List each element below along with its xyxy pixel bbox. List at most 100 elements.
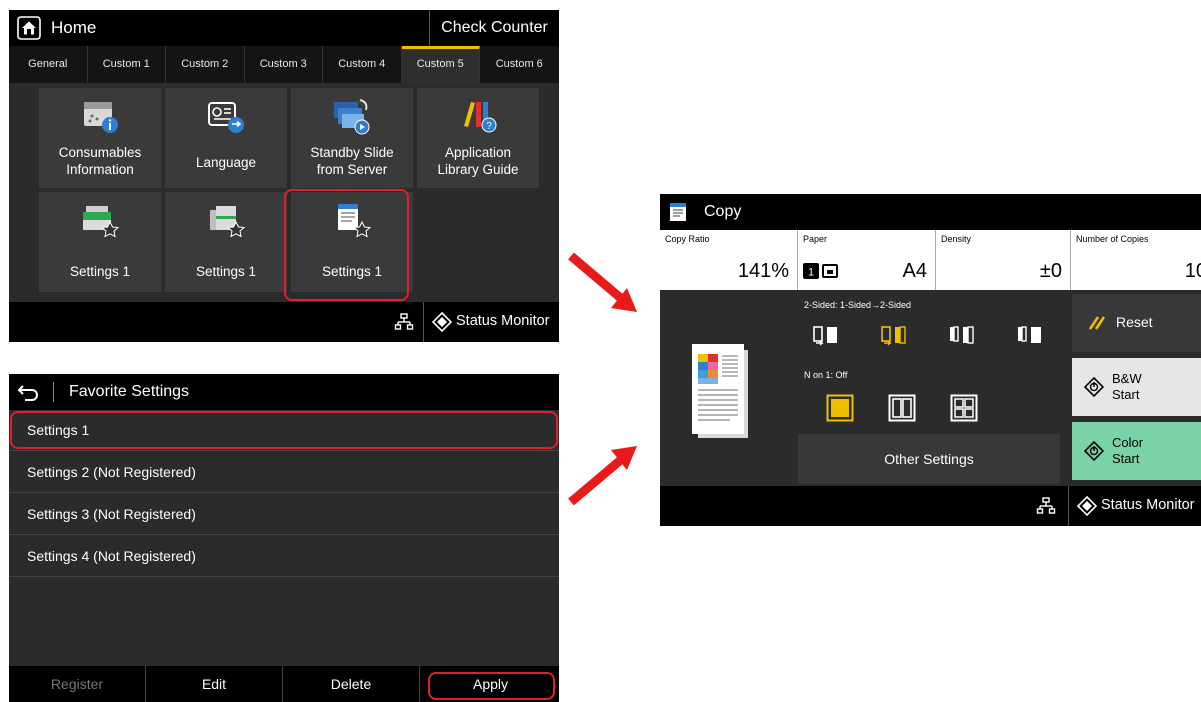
status-monitor-icon <box>1077 496 1097 516</box>
selection-highlight <box>284 189 409 301</box>
sided-2-1-icon[interactable] <box>1016 324 1044 348</box>
arrow-right-down-icon <box>568 252 637 312</box>
standby-slide-icon <box>332 96 372 136</box>
tab-custom-2[interactable]: Custom 2 <box>166 46 245 83</box>
status-monitor-button[interactable]: Status Monitor <box>423 302 559 342</box>
home-icon[interactable] <box>17 16 41 40</box>
paper-cell[interactable]: Paper 1 A4 <box>798 230 936 290</box>
svg-text:?: ? <box>486 121 492 132</box>
fax-favorite-icon <box>80 200 120 240</box>
number-of-copies-value: 10 <box>1184 260 1201 282</box>
paper-drawer-icon <box>822 264 838 278</box>
edit-button[interactable]: Edit <box>146 666 283 702</box>
home-bottom-bar: Status Monitor <box>9 302 559 342</box>
color-start-label-2: Start <box>1112 451 1140 466</box>
home-tabs: General Custom 1 Custom 2 Custom 3 Custo… <box>9 46 559 83</box>
list-item-settings-3[interactable]: Settings 3 (Not Registered) <box>9 494 559 535</box>
copy-ratio-value: 141% <box>737 260 789 282</box>
color-start-label-1: Color <box>1112 435 1144 450</box>
paper-tray-number: 1 <box>808 267 814 279</box>
list-item-settings-2[interactable]: Settings 2 (Not Registered) <box>9 452 559 493</box>
tab-custom-1[interactable]: Custom 1 <box>88 46 166 83</box>
sided-2-2-icon[interactable] <box>948 324 976 348</box>
start-icon <box>1084 377 1104 397</box>
page-title: Home <box>51 18 97 37</box>
language-icon <box>206 96 246 136</box>
paper-label: Paper <box>803 234 828 244</box>
application-library-guide-tile[interactable]: ? Application Library Guide <box>417 88 539 188</box>
number-of-copies-cell[interactable]: Number of Copies 10 <box>1071 230 1201 290</box>
bw-start-label-2: Start <box>1112 387 1140 402</box>
tile-label: Standby Slide from Server <box>310 145 394 177</box>
density-label: Density <box>941 234 972 244</box>
copy-bottom-bar: Status Monitor <box>660 486 1201 526</box>
copy-options: 2-Sided: 1-Sided→2-Sided N on 1: Off Oth… <box>798 294 1060 486</box>
number-of-copies-label: Number of Copies <box>1076 234 1149 244</box>
density-cell[interactable]: Density ±0 <box>936 230 1071 290</box>
favorite-title-bar: Favorite Settings <box>9 374 559 410</box>
copy-ratio-cell[interactable]: Copy Ratio 141% <box>660 230 798 290</box>
status-monitor-label: Status Monitor <box>456 313 550 329</box>
status-monitor-button[interactable]: Status Monitor <box>1068 486 1201 526</box>
tab-custom-4[interactable]: Custom 4 <box>323 46 402 83</box>
list-item-settings-4[interactable]: Settings 4 (Not Registered) <box>9 536 559 577</box>
delete-button[interactable]: Delete <box>283 666 420 702</box>
copy-title-bar: Copy <box>660 194 1201 230</box>
settings-1-fax-tile[interactable]: Settings 1 <box>39 192 161 292</box>
tab-general[interactable]: General <box>9 46 88 83</box>
library-guide-icon: ? <box>458 96 498 136</box>
tab-custom-3[interactable]: Custom 3 <box>245 46 323 83</box>
sided-1-2-icon[interactable] <box>880 324 908 348</box>
reset-icon <box>1088 315 1106 331</box>
paper-value: A4 <box>902 260 927 282</box>
scan-favorite-icon <box>206 200 246 240</box>
apply-highlight <box>428 672 555 700</box>
favorite-settings-screen: Favorite Settings Settings 1 Settings 2 … <box>9 374 559 702</box>
tile-label: Settings 1 <box>195 264 257 279</box>
network-icon <box>1036 496 1056 516</box>
bw-start-label-1: B&W <box>1112 371 1142 386</box>
bw-start-button[interactable]: B&W Start <box>1072 358 1201 416</box>
language-tile[interactable]: Language <box>165 88 287 188</box>
tab-custom-6[interactable]: Custom 6 <box>480 46 559 83</box>
other-settings-button[interactable]: Other Settings <box>798 434 1060 484</box>
consumables-information-tile[interactable]: Consumables Information <box>39 88 161 188</box>
home-screen: Home Check Counter General Custom 1 Cust… <box>9 10 559 342</box>
four-on-1-icon[interactable] <box>950 394 978 422</box>
n-on-1-label: N on 1: Off <box>804 370 848 380</box>
document-preview-icon <box>680 340 760 440</box>
back-icon[interactable] <box>17 382 39 402</box>
reset-label: Reset <box>1116 314 1153 330</box>
register-button[interactable]: Register <box>9 666 146 702</box>
copy-actions: Reset B&W Start Color Start <box>1072 294 1201 486</box>
two-sided-label: 2-Sided: 1-Sided→2-Sided <box>804 300 912 310</box>
tile-label: Consumables Information <box>58 145 142 177</box>
copy-settings-summary: Copy Ratio 141% Paper 1 A4 Density ±0 Nu… <box>660 230 1201 290</box>
status-monitor-label: Status Monitor <box>1101 497 1195 513</box>
tile-label: Application Library Guide <box>437 145 519 177</box>
title-separator <box>53 382 54 402</box>
selection-highlight <box>10 411 558 449</box>
home-title-bar: Home Check Counter <box>9 10 559 46</box>
color-start-button[interactable]: Color Start <box>1072 422 1201 480</box>
network-icon <box>394 312 414 332</box>
settings-1-scan-tile[interactable]: Settings 1 <box>165 192 287 292</box>
two-on-1-icon[interactable] <box>888 394 916 422</box>
check-counter-button[interactable]: Check Counter <box>429 10 559 46</box>
tile-label: Language <box>195 155 257 170</box>
tab-custom-5[interactable]: Custom 5 <box>401 46 480 83</box>
density-value: ±0 <box>1039 260 1062 282</box>
standby-slide-tile[interactable]: Standby Slide from Server <box>291 88 413 188</box>
arrow-right-up-icon <box>568 446 637 506</box>
paper-tray-icon: 1 <box>803 263 819 279</box>
n-on-1-off-icon[interactable] <box>826 394 854 422</box>
start-icon <box>1084 441 1104 461</box>
copy-icon <box>668 201 688 223</box>
page-title: Copy <box>704 203 742 220</box>
sided-1-1-icon[interactable] <box>812 324 840 348</box>
copy-screen: Copy Copy Ratio 141% Paper 1 A4 Density … <box>660 194 1201 526</box>
tile-label: Settings 1 <box>69 264 131 279</box>
consumables-info-icon <box>80 96 120 136</box>
copy-ratio-label: Copy Ratio <box>665 234 710 244</box>
reset-button[interactable]: Reset <box>1072 294 1201 352</box>
